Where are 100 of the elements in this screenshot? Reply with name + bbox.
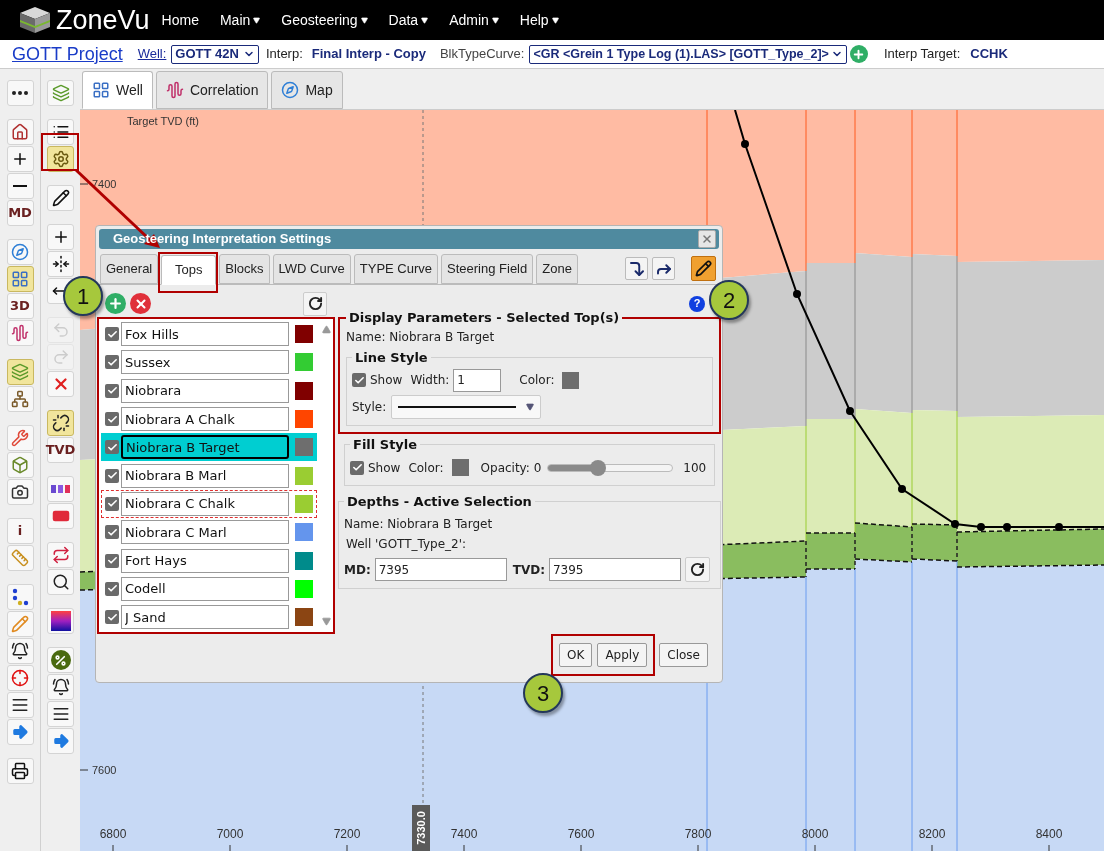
help-icon[interactable]: ? (689, 295, 705, 312)
import-button[interactable] (625, 257, 648, 280)
list-row[interactable]: Niobrara A Chalk (101, 404, 317, 434)
toolbar-button[interactable] (47, 569, 74, 595)
toolbar-button[interactable]: i (6, 518, 34, 544)
add-icon[interactable] (849, 45, 868, 63)
dialog-button[interactable]: Apply (597, 643, 648, 667)
top-name-field[interactable]: Niobrara B Target (121, 435, 289, 460)
list-row[interactable]: Fort Hays (101, 546, 317, 575)
slider-thumb[interactable] (589, 459, 606, 476)
toolbar-button[interactable] (6, 584, 34, 610)
top-name-field[interactable]: Niobrara B Marl (121, 463, 289, 488)
list-row[interactable]: Niobrara B Marl (101, 461, 317, 490)
checkbox[interactable] (105, 610, 119, 625)
top-name-field[interactable]: Fort Hays (121, 548, 289, 573)
color-swatch[interactable] (295, 353, 313, 372)
nav-menu-item[interactable]: Data (388, 9, 429, 31)
checkbox[interactable] (105, 553, 119, 568)
well-select[interactable]: GOTT 42N (171, 44, 259, 64)
toolbar-button[interactable] (47, 185, 74, 211)
toolbar-button[interactable]: MD (6, 200, 34, 226)
toolbar-button[interactable] (47, 119, 74, 145)
checkbox[interactable] (105, 355, 119, 370)
color-swatch[interactable] (295, 410, 313, 429)
dialog-button[interactable]: Close (659, 643, 708, 667)
checkbox[interactable] (105, 496, 119, 511)
dialog-tab[interactable]: Zone (536, 254, 578, 284)
refresh-button[interactable] (303, 291, 327, 316)
toolbar-button[interactable] (47, 674, 74, 700)
close-button[interactable] (698, 230, 716, 248)
list-row[interactable]: Fox Hills (101, 320, 317, 349)
top-name-field[interactable]: Niobrara C Marl (121, 520, 289, 545)
color-swatch[interactable] (295, 381, 313, 400)
list-row[interactable]: Niobrara (101, 376, 317, 405)
delete-button[interactable] (130, 293, 151, 314)
tvd-field[interactable]: 7395 (548, 558, 681, 581)
top-name-field[interactable]: Niobrara C Chalk (121, 491, 289, 516)
export-button[interactable] (652, 257, 675, 280)
dialog-button[interactable]: OK (559, 643, 593, 667)
toolbar-button[interactable] (47, 410, 74, 436)
toolbar-button[interactable] (6, 479, 34, 505)
checkbox[interactable] (105, 525, 119, 540)
nav-menu-item[interactable]: Main (219, 9, 261, 31)
top-name-field[interactable]: Niobrara (121, 378, 289, 403)
top-name-field[interactable]: Niobrara A Chalk (121, 407, 289, 432)
nav-menu-item[interactable]: Admin (449, 9, 499, 31)
list-row[interactable]: Codell (101, 574, 317, 603)
color-swatch[interactable] (451, 459, 469, 476)
checkbox[interactable] (105, 383, 119, 398)
toolbar-button[interactable] (47, 251, 74, 277)
dialog-tab[interactable]: TYPE Curve (353, 254, 438, 284)
view-tab[interactable]: Map (271, 71, 343, 109)
toolbar-button[interactable] (47, 608, 74, 634)
toolbar-button[interactable] (6, 80, 34, 106)
color-swatch[interactable] (562, 371, 580, 389)
top-name-field[interactable]: Codell (121, 576, 289, 601)
checkbox[interactable] (105, 581, 119, 596)
top-name-field[interactable]: Sussex (121, 350, 289, 375)
nav-menu-item[interactable]: Geosteering (281, 9, 368, 31)
top-name-field[interactable]: J Sand (121, 605, 289, 630)
view-tab[interactable]: Correlation (155, 71, 269, 109)
color-swatch[interactable] (295, 494, 313, 513)
list-row[interactable]: Sussex (101, 348, 317, 377)
toolbar-button[interactable] (6, 146, 34, 172)
checkbox[interactable] (105, 468, 119, 483)
add-button[interactable] (105, 293, 126, 314)
color-swatch[interactable] (295, 325, 313, 344)
list-row[interactable]: J Sand (101, 602, 317, 632)
checkbox[interactable] (350, 460, 364, 475)
dialog-tab[interactable]: Tops (161, 255, 217, 285)
well-link[interactable]: Well: (137, 44, 167, 64)
toolbar-button[interactable] (6, 173, 34, 199)
toolbar-button[interactable] (47, 224, 74, 250)
width-field[interactable]: 1 (453, 368, 502, 392)
dialog-tab[interactable]: Steering Field (441, 254, 534, 284)
color-swatch[interactable] (295, 608, 313, 627)
top-name-field[interactable]: Fox Hills (121, 322, 289, 347)
toolbar-button[interactable] (6, 758, 34, 784)
toolbar-button[interactable] (6, 119, 34, 145)
dialog-tab[interactable]: General (100, 254, 159, 284)
toolbar-button[interactable]: TVD (47, 437, 74, 463)
list-row[interactable]: Niobrara C Marl (101, 518, 317, 547)
list-row[interactable]: Niobrara B Target (101, 433, 317, 462)
color-swatch[interactable] (295, 579, 313, 598)
color-swatch[interactable] (295, 551, 313, 570)
checkbox[interactable] (105, 327, 119, 342)
color-swatch[interactable] (295, 466, 313, 485)
checkbox[interactable] (352, 373, 366, 387)
edit-button[interactable] (691, 256, 716, 281)
toolbar-button[interactable] (47, 701, 74, 727)
project-link[interactable]: GOTT Project (12, 40, 123, 68)
md-field[interactable]: 7395 (374, 558, 507, 581)
nav-menu-item[interactable]: Help (519, 9, 559, 31)
type-curve-select[interactable]: <GR <Grein 1 Type Log (1).LAS> [GOTT_Type_2]> (529, 44, 847, 64)
nav-menu-item[interactable]: Home (161, 9, 199, 31)
toolbar-button[interactable] (6, 638, 34, 664)
toolbar-button[interactable] (6, 692, 34, 718)
dialog-tab[interactable]: Blocks (219, 254, 270, 284)
checkbox[interactable] (105, 412, 119, 427)
color-swatch[interactable] (295, 523, 313, 542)
